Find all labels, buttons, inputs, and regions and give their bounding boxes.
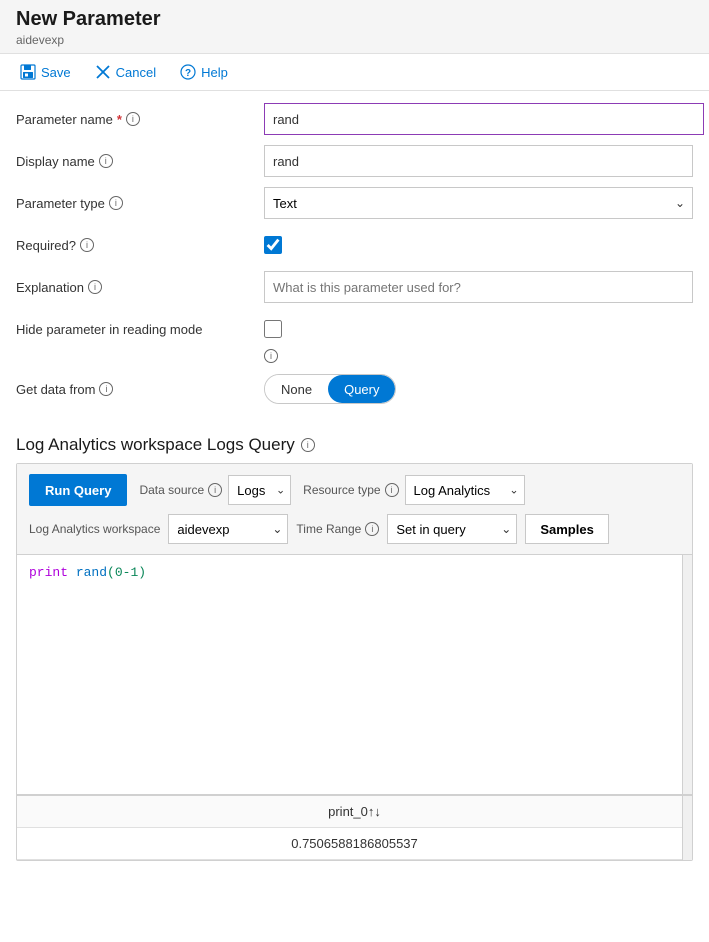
data-source-label: Data source i [139, 483, 222, 497]
data-source-select-wrap: Logs ⌄ [228, 475, 291, 505]
data-source-group: Data source i Logs ⌄ [139, 475, 291, 505]
code-args: (0-1) [107, 565, 146, 580]
get-data-info-icon[interactable]: i [99, 382, 113, 396]
results-area: print_0↑↓ 0.7506588186805537 [17, 795, 692, 860]
data-source-select[interactable]: Logs [228, 475, 291, 505]
time-range-select[interactable]: Set in query Last 24 hours Last 7 days [387, 514, 517, 544]
time-range-info-icon[interactable]: i [365, 522, 379, 536]
results-row: 0.7506588186805537 [17, 828, 692, 860]
code-area[interactable]: print rand(0-1) [17, 555, 692, 795]
toolbar: Save Cancel ? Help [0, 54, 709, 91]
explanation-label: Explanation i [16, 280, 264, 295]
resource-type-info-icon[interactable]: i [385, 483, 399, 497]
workspace-label: Log Analytics workspace [29, 522, 160, 536]
required-label: Required? i [16, 238, 264, 253]
time-range-label: Time Range i [296, 522, 379, 536]
resource-type-group: Resource type i Log Analytics ⌄ [303, 475, 524, 505]
hide-param-checkbox[interactable] [264, 320, 282, 338]
cancel-button[interactable]: Cancel [91, 62, 160, 82]
resource-type-select[interactable]: Log Analytics [405, 475, 525, 505]
get-data-toggle-group: None Query [264, 374, 396, 404]
param-type-select[interactable]: Text Integer Float Boolean DateTime [264, 187, 693, 219]
hide-param-info: i [264, 347, 693, 363]
query-section-title: Log Analytics workspace Logs Query i [0, 427, 709, 463]
page-title: New Parameter [16, 8, 693, 31]
explanation-info-icon[interactable]: i [88, 280, 102, 294]
time-range-select-wrap: Set in query Last 24 hours Last 7 days ⌄ [387, 514, 517, 544]
form-area: Parameter name * i ✓ Display name i Para… [0, 91, 709, 427]
subtitle: aidevexp [16, 33, 693, 47]
param-name-label: Parameter name * i [16, 112, 264, 127]
required-checkbox[interactable] [264, 236, 282, 254]
save-button[interactable]: Save [16, 62, 75, 82]
query-panel: Run Query Data source i Logs ⌄ Resource … [16, 463, 693, 861]
resource-type-label: Resource type i [303, 483, 398, 497]
help-button[interactable]: ? Help [176, 62, 232, 82]
results-scrollbar[interactable] [682, 796, 692, 860]
help-label: Help [201, 65, 228, 80]
query-panel-row2: Log Analytics workspace aidevexp ⌄ Time … [29, 514, 680, 544]
results-value: 0.7506588186805537 [291, 836, 418, 851]
cancel-label: Cancel [116, 65, 156, 80]
required-star: * [117, 112, 122, 127]
hide-param-info-icon[interactable]: i [264, 349, 278, 363]
data-source-info-icon[interactable]: i [208, 483, 222, 497]
param-name-info-icon[interactable]: i [126, 112, 140, 126]
save-label: Save [41, 65, 71, 80]
code-line: print rand(0-1) [29, 565, 680, 580]
workspace-select-wrap: aidevexp ⌄ [168, 514, 288, 544]
run-query-button[interactable]: Run Query [29, 474, 127, 506]
display-name-label: Display name i [16, 154, 264, 169]
display-name-row: Display name i [16, 145, 693, 177]
param-name-input-wrap: ✓ [264, 103, 709, 135]
hide-param-label: Hide parameter in reading mode [16, 322, 264, 337]
results-header: print_0↑↓ [17, 796, 692, 828]
results-column-label: print_0↑↓ [328, 804, 381, 819]
toggle-query-button[interactable]: Query [328, 375, 395, 403]
save-icon [20, 64, 36, 80]
get-data-row: Get data from i None Query [16, 373, 693, 405]
code-function: rand [76, 565, 107, 580]
help-icon: ? [180, 64, 196, 80]
explanation-row: Explanation i [16, 271, 693, 303]
param-type-info-icon[interactable]: i [109, 196, 123, 210]
svg-text:?: ? [185, 68, 191, 79]
workspace-select[interactable]: aidevexp [168, 514, 288, 544]
display-name-info-icon[interactable]: i [99, 154, 113, 168]
get-data-label: Get data from i [16, 382, 264, 397]
code-keyword: print [29, 565, 68, 580]
query-panel-header: Run Query Data source i Logs ⌄ Resource … [17, 464, 692, 555]
code-scrollbar[interactable] [682, 555, 692, 794]
param-type-select-wrap: Text Integer Float Boolean DateTime ⌄ [264, 187, 693, 219]
param-type-label: Parameter type i [16, 196, 264, 211]
query-panel-row1: Run Query Data source i Logs ⌄ Resource … [29, 474, 680, 506]
top-bar: New Parameter aidevexp [0, 0, 709, 54]
required-row: Required? i [16, 229, 693, 261]
hide-param-top: Hide parameter in reading mode [16, 313, 693, 345]
required-info-icon[interactable]: i [80, 238, 94, 252]
resource-type-select-wrap: Log Analytics ⌄ [405, 475, 525, 505]
param-name-input[interactable] [264, 103, 704, 135]
query-section-info-icon[interactable]: i [301, 438, 315, 452]
param-type-row: Parameter type i Text Integer Float Bool… [16, 187, 693, 219]
display-name-input[interactable] [264, 145, 693, 177]
cancel-icon [95, 64, 111, 80]
explanation-input[interactable] [264, 271, 693, 303]
param-name-row: Parameter name * i ✓ [16, 103, 693, 135]
toggle-none-button[interactable]: None [265, 375, 328, 403]
hide-param-row: Hide parameter in reading mode i [16, 313, 693, 363]
samples-button[interactable]: Samples [525, 514, 608, 544]
